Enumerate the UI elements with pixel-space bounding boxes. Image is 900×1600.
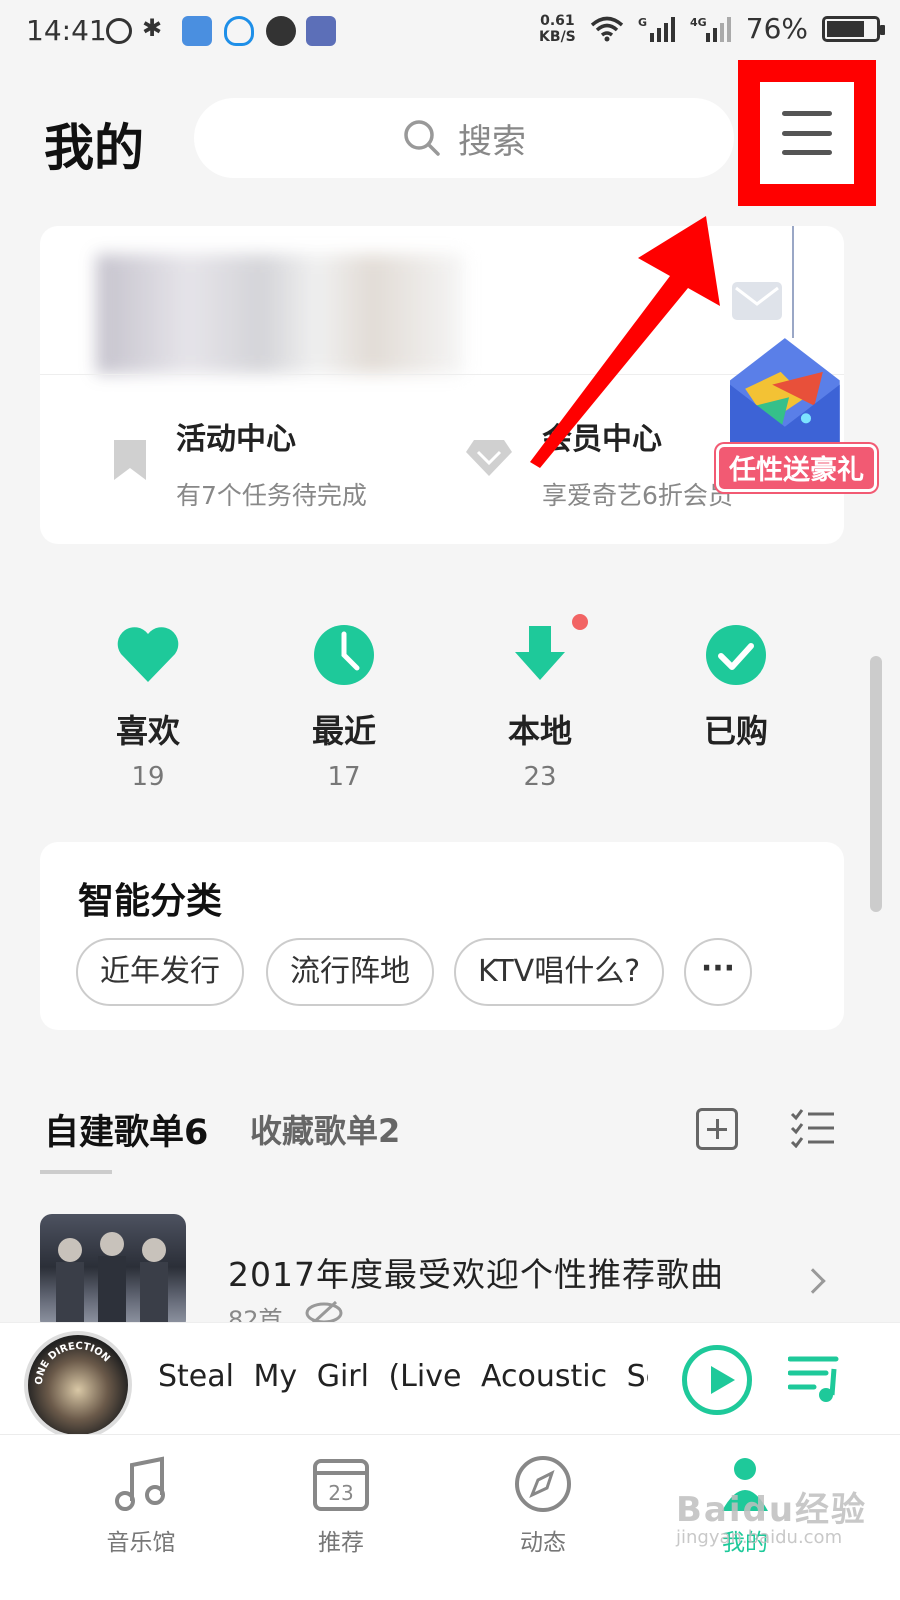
play-button[interactable] [682, 1345, 752, 1415]
quick-favorites[interactable]: 喜欢 19 [78, 622, 218, 792]
nav-music-hall-label: 音乐馆 [106, 1530, 176, 1556]
quick-recent-label: 最近 [311, 712, 376, 750]
new-badge-dot [572, 614, 588, 630]
quick-local-count: 23 [523, 762, 557, 792]
watermark-text: Baidu经验 [676, 1490, 868, 1530]
page-title: 我的 [44, 118, 144, 177]
search-icon [404, 120, 440, 156]
mini-player[interactable]: ONE DIRECTION Steal My Girl (Live Acoust… [0, 1322, 900, 1439]
status-time: 14:41 [26, 14, 107, 47]
status-right-group: 0.61 KB/S G 4G 76% [539, 12, 885, 45]
album-art[interactable]: ONE DIRECTION [24, 1331, 132, 1439]
search-bar[interactable]: 搜索 [194, 98, 734, 178]
net-speed-value: 0.61 [540, 12, 575, 29]
nav-music-hall[interactable]: 音乐馆 [76, 1455, 206, 1557]
tab-indicator [40, 1170, 112, 1174]
globe-icon [266, 16, 296, 46]
bookmark-icon [114, 440, 146, 480]
tab-own-playlists[interactable]: 自建歌单6 [44, 1104, 208, 1155]
shield-app-icon [182, 16, 212, 46]
signal-g-label: G [638, 16, 647, 29]
signal-g-icon: G [638, 16, 675, 42]
diamond-icon [466, 440, 512, 476]
manage-list-icon[interactable] [790, 1108, 836, 1148]
playlist-title[interactable]: 2017年度最受欢迎个性推荐歌曲 [228, 1248, 724, 1296]
chip-pop-hits[interactable]: 流行阵地 [266, 938, 434, 1006]
status-bar: 14:41 ✱ 0.61 KB/S G 4G 76% [0, 0, 900, 62]
nav-feed[interactable]: 动态 [478, 1455, 608, 1557]
quick-purchased[interactable]: 已购 [666, 622, 806, 762]
activity-center-title: 活动中心 [176, 422, 296, 457]
album-art-text: ONE DIRECTION [34, 1341, 112, 1385]
hamburger-icon [782, 111, 832, 155]
chevron-right-icon[interactable] [800, 1268, 826, 1294]
download-icon [515, 626, 565, 680]
mail-app-icon [306, 16, 336, 46]
nav-recommend[interactable]: 23 推荐 [276, 1455, 406, 1557]
wifi-icon [590, 16, 623, 41]
gift-string [792, 226, 794, 338]
alarm-icon [106, 18, 132, 44]
smart-categories-title: 智能分类 [78, 881, 223, 922]
battery-icon [822, 15, 885, 42]
music-note-icon [115, 1456, 165, 1511]
battery-percent: 76% [745, 12, 808, 45]
calendar-icon: 23 [313, 1459, 369, 1511]
smart-categories-card: 智能分类 近年发行 流行阵地 KTV唱什么? ··· [40, 842, 844, 1030]
search-placeholder: 搜索 [458, 121, 526, 162]
now-playing-title[interactable]: Steal My Girl (Live Acoustic Session) [158, 1359, 648, 1394]
playlist-queue-icon[interactable] [788, 1351, 840, 1405]
quick-purchased-label: 已购 [703, 712, 768, 750]
check-circle-icon [706, 625, 766, 685]
quick-recent-count: 17 [327, 762, 361, 792]
network-speed: 0.61 KB/S [539, 13, 576, 45]
quick-local-label: 本地 [507, 712, 572, 750]
bluetooth-icon: ✱ [142, 14, 163, 42]
scrollbar[interactable] [870, 656, 882, 912]
svg-text:ONE DIRECTION: ONE DIRECTION [34, 1341, 112, 1385]
signal-4g-label: 4G [690, 16, 707, 29]
compass-icon [515, 1456, 571, 1512]
avatar-blurred[interactable] [96, 254, 464, 374]
baidu-watermark: Baidu经验 jingyan.baidu.com [676, 1482, 867, 1548]
activity-center-subtitle: 有7个任务待完成 [176, 481, 367, 510]
net-speed-unit: KB/S [539, 28, 576, 45]
playlist-cover[interactable] [40, 1214, 186, 1332]
chip-ktv[interactable]: KTV唱什么? [454, 938, 665, 1006]
add-playlist-icon[interactable] [696, 1108, 738, 1150]
clock-icon [314, 625, 374, 685]
chip-recent-releases[interactable]: 近年发行 [76, 938, 244, 1006]
qq-icon [224, 16, 254, 46]
annotation-arrow-icon [530, 216, 720, 468]
heart-icon [117, 627, 179, 682]
nav-recommend-label: 推荐 [318, 1530, 364, 1556]
menu-button[interactable] [738, 60, 876, 206]
quick-local[interactable]: 本地 23 [470, 614, 610, 792]
tab-favorite-playlists[interactable]: 收藏歌单2 [250, 1106, 400, 1152]
activity-center[interactable]: 活动中心 有7个任务待完成 [112, 414, 367, 512]
nav-feed-label: 动态 [520, 1530, 566, 1556]
quick-recent[interactable]: 最近 17 [274, 622, 414, 792]
chip-more-button[interactable]: ··· [684, 938, 752, 1006]
signal-4g-icon: 4G [690, 16, 731, 42]
gift-promo-label[interactable]: 任性送豪礼 [716, 444, 877, 492]
calendar-day: 23 [328, 1481, 353, 1505]
quick-favorites-count: 19 [131, 762, 165, 792]
quick-favorites-label: 喜欢 [115, 712, 180, 750]
watermark-sub: jingyan.baidu.com [676, 1527, 843, 1548]
